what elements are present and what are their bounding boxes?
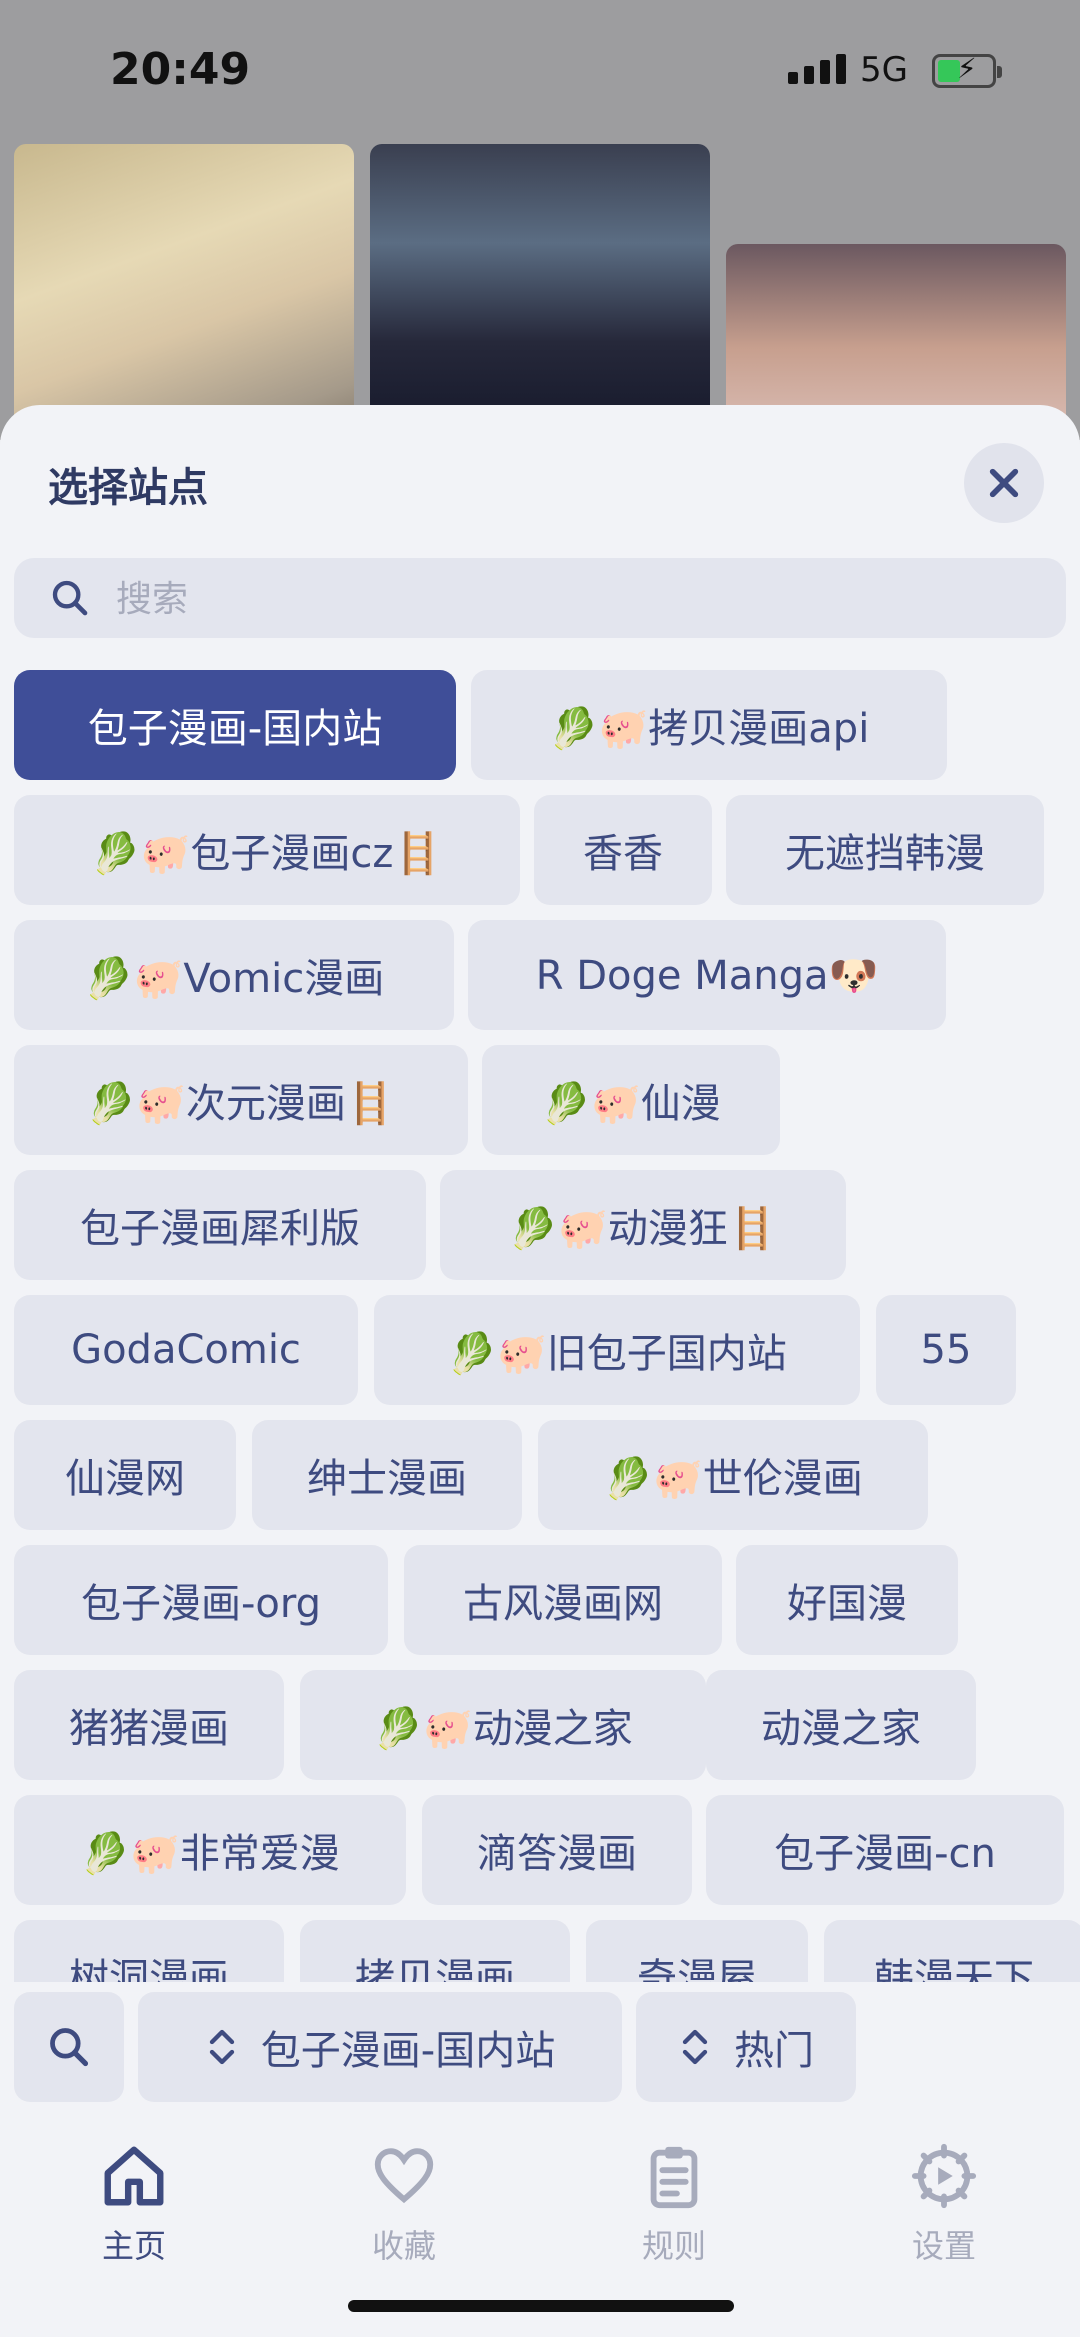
site-chip[interactable]: 🥬🐖旧包子国内站 [374, 1295, 860, 1405]
tab-settings-label: 设置 [911, 2227, 976, 2265]
site-chip[interactable]: 包子漫画犀利版 [14, 1170, 426, 1280]
chevron-up-down-icon [682, 2029, 708, 2065]
tab-rules-label: 规则 [641, 2227, 706, 2265]
status-time: 20:49 [110, 44, 251, 95]
battery-icon: ⚡ [932, 52, 1002, 88]
background-comic-covers [0, 140, 1080, 474]
status-bar: 20:49 5G ⚡ [0, 0, 1080, 140]
site-chip-selected[interactable]: 包子漫画-国内站 [14, 670, 456, 780]
search-bar[interactable] [14, 558, 1066, 638]
network-type: 5G [860, 50, 908, 90]
tab-settings[interactable]: 设置 [864, 2141, 1024, 2267]
site-chip[interactable]: 🥬🐖非常爱漫 [14, 1795, 406, 1905]
site-chip[interactable]: 🥬🐖动漫之家 [300, 1670, 706, 1780]
sheet-title: 选择站点 [48, 465, 208, 511]
site-chip[interactable]: 拷贝漫画 [300, 1920, 570, 1982]
chevron-up-down-icon [209, 2029, 234, 2065]
site-chip[interactable]: 韩漫天下 [824, 1920, 1080, 1982]
site-selector-button[interactable]: 包子漫画-国内站 [138, 1992, 622, 2102]
home-icon [104, 2146, 164, 2206]
site-chip[interactable]: R Doge Manga🐶 [468, 920, 946, 1030]
site-chip[interactable]: 树洞漫画 [14, 1920, 284, 1982]
site-chip[interactable]: 好国漫 [736, 1545, 958, 1655]
tab-home-label: 主页 [101, 2227, 166, 2265]
filter-toolbar: 包子漫画-国内站 热门 [0, 1982, 1080, 2117]
site-chip[interactable]: 🥬🐖仙漫 [482, 1045, 780, 1155]
site-chip[interactable]: 🥬🐖动漫狂🪜 [440, 1170, 846, 1280]
search-input[interactable] [114, 568, 1018, 630]
site-chip[interactable]: 🥬🐖包子漫画cz🪜 [14, 795, 520, 905]
search-icon [50, 2028, 89, 2067]
site-chip[interactable]: 无遮挡韩漫 [726, 795, 1044, 905]
site-chip[interactable]: 古风漫画网 [404, 1545, 722, 1655]
site-chip[interactable]: 动漫之家 [706, 1670, 976, 1780]
site-chip[interactable]: 🥬🐖拷贝漫画api [471, 670, 947, 780]
tab-favorites[interactable]: 收藏 [324, 2141, 484, 2267]
site-chip[interactable]: 55 [876, 1295, 1016, 1405]
tab-favorites-label: 收藏 [371, 2227, 436, 2265]
site-chip[interactable]: 香香 [534, 795, 712, 905]
clipboard-icon [650, 2146, 698, 2209]
site-chip[interactable]: 包子漫画-org [14, 1545, 388, 1655]
close-icon [989, 468, 1019, 498]
tab-rules[interactable]: 规则 [594, 2141, 754, 2267]
heart-icon [374, 2148, 434, 2204]
tab-home[interactable]: 主页 [54, 2141, 214, 2267]
home-indicator [348, 2300, 734, 2312]
site-chip[interactable]: 包子漫画-cn [706, 1795, 1064, 1905]
sort-selector-label: 热门 [734, 2028, 814, 2074]
site-chip[interactable]: 🥬🐖世伦漫画 [538, 1420, 928, 1530]
site-chip[interactable]: 奇漫屋 [586, 1920, 808, 1982]
site-chip[interactable]: 绅士漫画 [252, 1420, 522, 1530]
site-chip[interactable]: 仙漫网 [14, 1420, 236, 1530]
settings-icon [911, 2143, 977, 2209]
site-picker-sheet: 选择站点 包子漫画-国内站 🥬🐖拷贝漫画api 🥬🐖包子漫画cz🪜 香香 无遮挡… [0, 405, 1080, 2337]
site-chip[interactable]: 猪猪漫画 [14, 1670, 284, 1780]
site-chip[interactable]: 🥬🐖次元漫画🪜 [14, 1045, 468, 1155]
close-button[interactable] [964, 443, 1044, 523]
sort-selector-button[interactable]: 热门 [636, 1992, 856, 2102]
site-chip[interactable]: 滴答漫画 [422, 1795, 692, 1905]
site-selector-label: 包子漫画-国内站 [260, 2028, 556, 2074]
site-chip[interactable]: 🥬🐖Vomic漫画 [14, 920, 454, 1030]
cellular-signal-icon [788, 54, 846, 84]
search-button[interactable] [14, 1992, 124, 2102]
search-icon [52, 580, 88, 616]
site-chip[interactable]: GodaComic [14, 1295, 358, 1405]
site-list: 包子漫画-国内站 🥬🐖拷贝漫画api 🥬🐖包子漫画cz🪜 香香 无遮挡韩漫 🥬🐖… [14, 670, 1080, 1982]
